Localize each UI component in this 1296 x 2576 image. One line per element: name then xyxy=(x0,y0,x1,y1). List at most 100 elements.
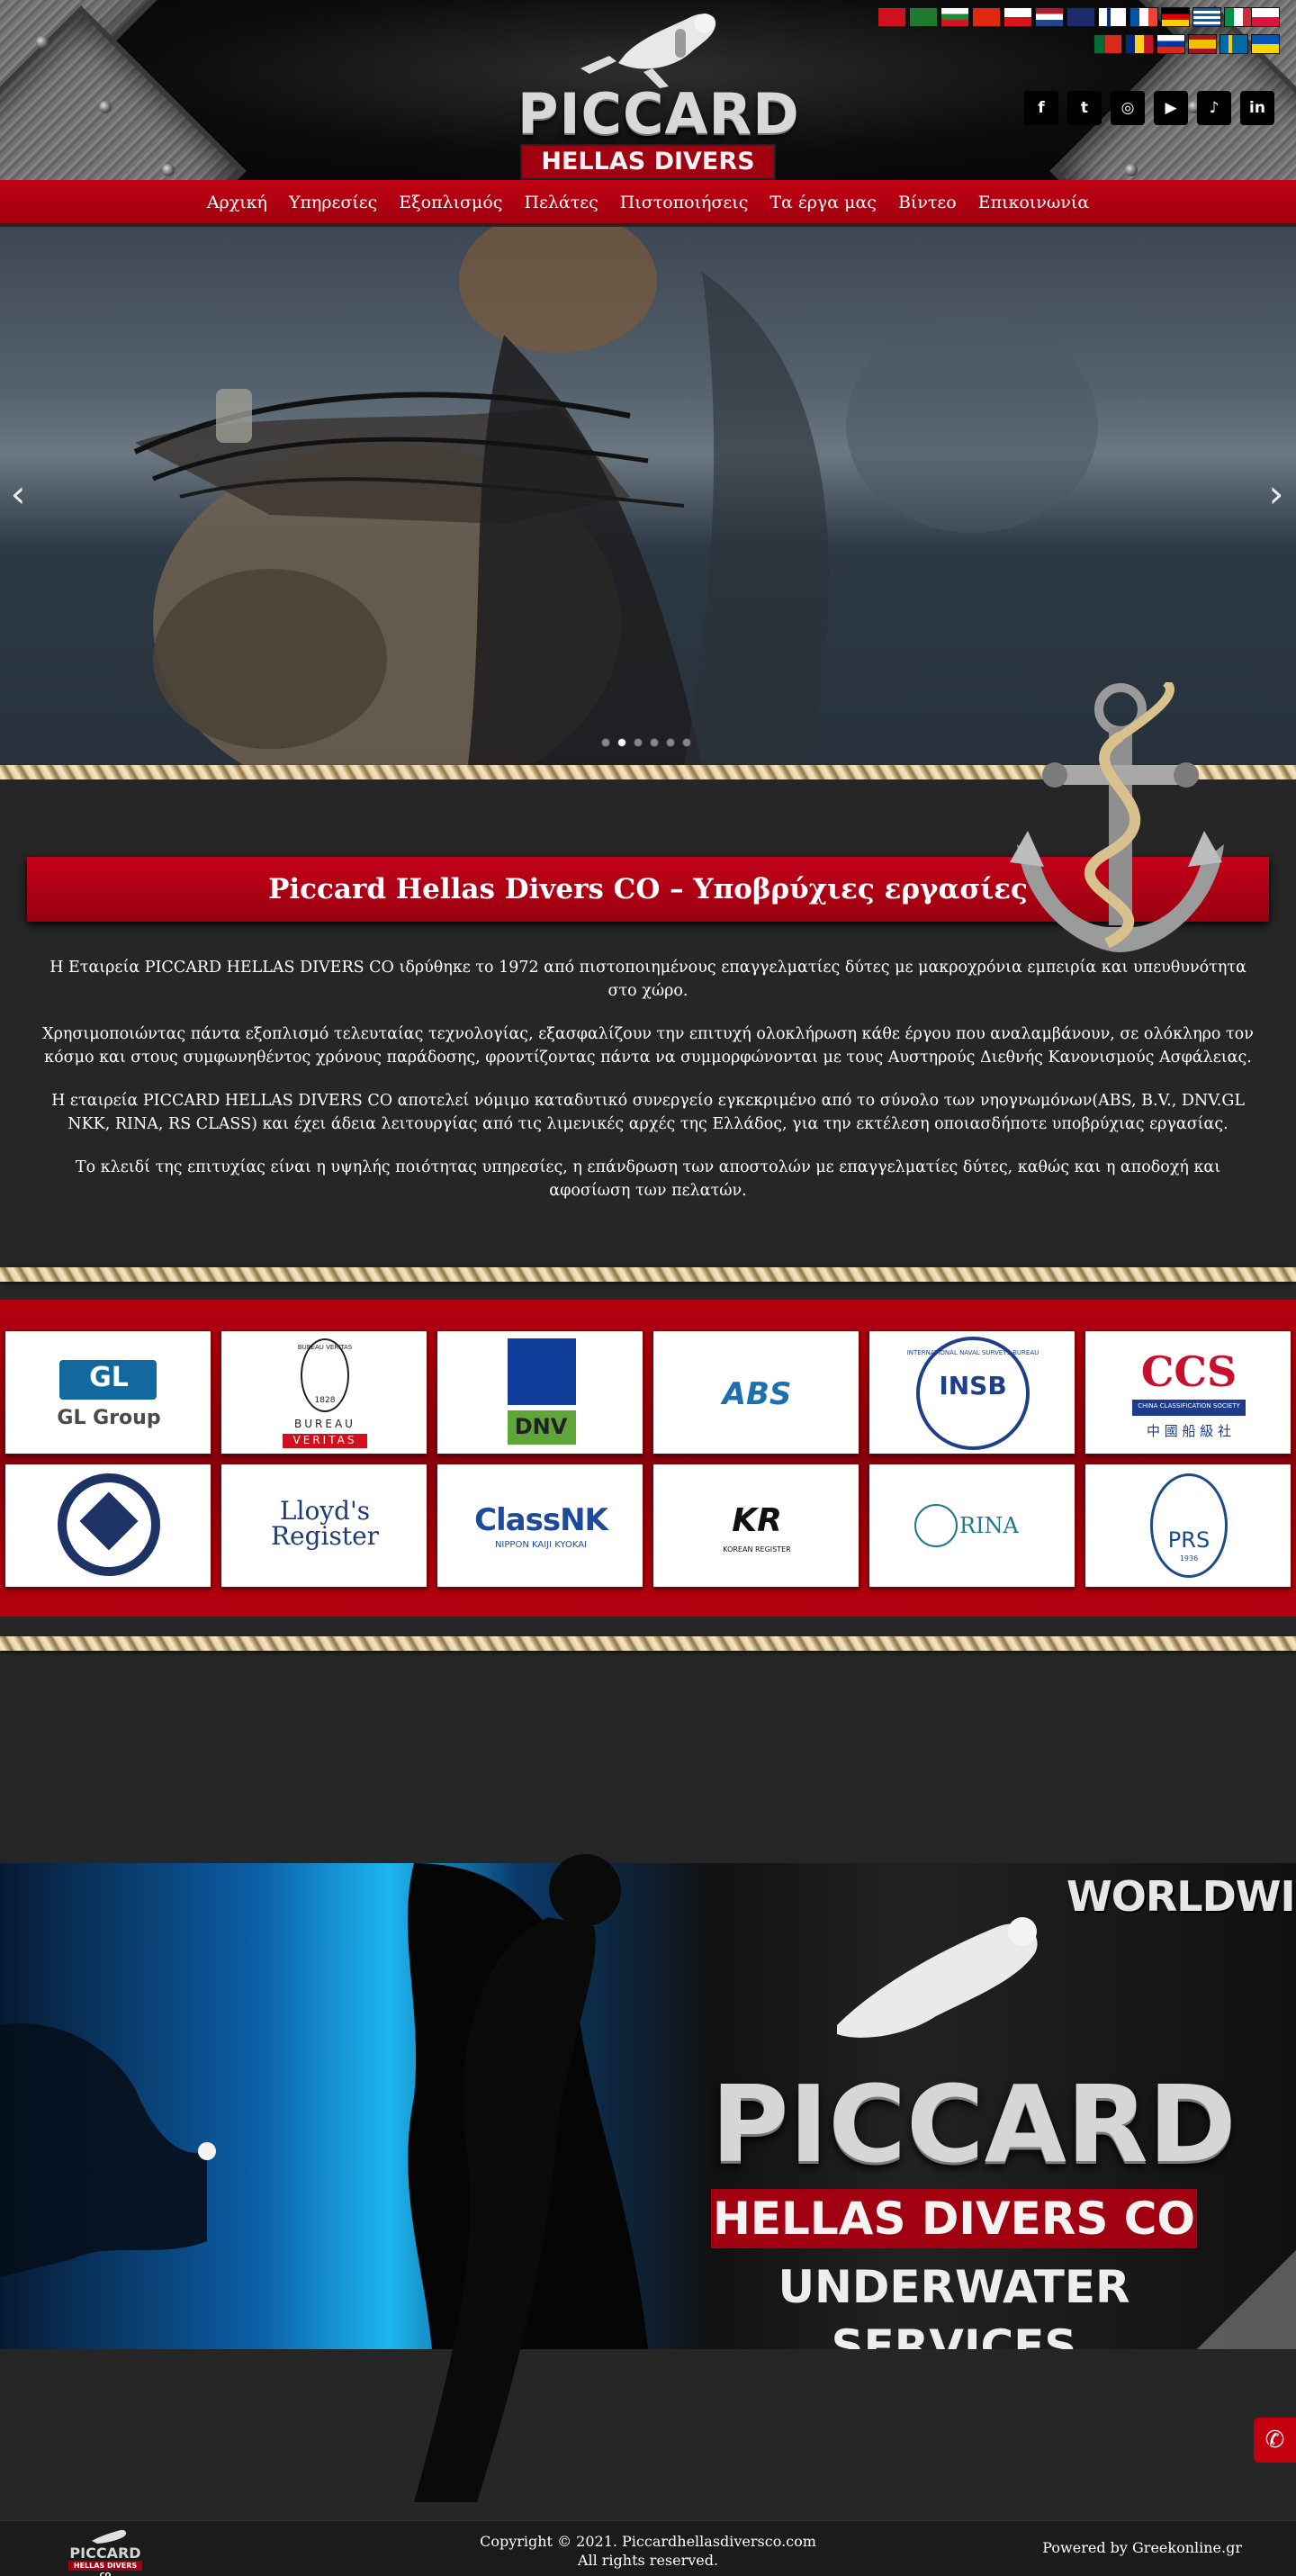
cert-abs[interactable]: ABS xyxy=(652,1330,860,1455)
flag-poland-icon[interactable] xyxy=(1251,7,1280,27)
language-flags xyxy=(878,5,1282,59)
rivet xyxy=(162,164,175,176)
cert-lloyds-register[interactable]: Lloyd's Register xyxy=(220,1464,428,1588)
prs-name: PRS xyxy=(1167,1527,1210,1553)
nav-item-clients[interactable]: Πελάτες xyxy=(524,193,598,212)
rights-text: All rights reserved. xyxy=(577,2552,719,2569)
rivet xyxy=(36,36,49,49)
rope-divider xyxy=(0,1267,1296,1282)
cert-classnk[interactable]: ClassNK NIPPON KAIJI KYOKAI xyxy=(436,1464,644,1588)
worldwide-title: WORLDWIDE xyxy=(1066,1872,1296,1921)
cert-ccs[interactable]: CCS CHINA CLASSIFICATION SOCIETY 中 國 船 級… xyxy=(1084,1330,1292,1455)
hellenic-year: 1919 xyxy=(99,1558,119,1566)
cert-prs[interactable]: PRS 1936 xyxy=(1084,1464,1292,1588)
page: PICCARD HELLAS DIVERS CO f xyxy=(0,0,1296,2576)
slider-prev-button[interactable]: ‹ xyxy=(4,472,32,517)
slider-dot[interactable] xyxy=(601,738,610,747)
tiktok-icon[interactable]: ♪ xyxy=(1197,91,1231,125)
instagram-icon[interactable]: ◎ xyxy=(1111,91,1145,125)
main-nav: Αρχική Υπηρεσίες Εξοπλισμός Πελάτες Πιστ… xyxy=(0,180,1296,225)
rivet xyxy=(1125,164,1138,176)
flag-ukraine-icon[interactable] xyxy=(1251,34,1280,54)
youtube-icon[interactable]: ▶ xyxy=(1154,91,1188,125)
cert-dnv[interactable]: DNV xyxy=(436,1330,644,1455)
flag-finland-icon[interactable] xyxy=(1098,7,1127,27)
worldwide-banner: WORLDWIDE PICCARD HELLAS DIVERS CO UNDER… xyxy=(0,1863,1296,2349)
logo-wordmark: PICCARD xyxy=(518,81,800,147)
intro-paragraph: Η εταιρεία PICCARD HELLAS DIVERS CO αποτ… xyxy=(51,1092,1245,1133)
flag-france-icon[interactable] xyxy=(1130,7,1158,27)
cert-hellenic-register[interactable]: 1919 xyxy=(4,1464,212,1588)
flag-sweden-icon[interactable] xyxy=(1220,34,1248,54)
diver-silhouette-icon xyxy=(414,1854,621,2502)
twitter-icon[interactable]: t xyxy=(1067,91,1102,125)
slider-dot[interactable] xyxy=(650,738,659,747)
slider-dot[interactable] xyxy=(634,738,643,747)
worldwide-subtitle: HELLAS DIVERS CO xyxy=(711,2189,1197,2248)
intro-text: Η Εταιρεία PICCARD HELLAS DIVERS CO ιδρύ… xyxy=(36,956,1260,1222)
slider-dot[interactable] xyxy=(682,738,691,747)
linkedin-icon[interactable]: in xyxy=(1240,91,1274,125)
flag-albania-icon[interactable] xyxy=(878,7,906,27)
nav-item-services[interactable]: Υπηρεσίες xyxy=(289,193,377,212)
cert-korean-register[interactable]: KR KOREAN REGISTER xyxy=(652,1464,860,1588)
bv-name-top: BUREAU xyxy=(294,1418,356,1430)
diver-logo-icon xyxy=(580,14,716,88)
site-footer: PICCARD HELLAS DIVERS CO Copyright © 202… xyxy=(0,2520,1296,2576)
abs-name: ABS xyxy=(722,1376,792,1412)
kr-mark: KR xyxy=(732,1502,782,1539)
nav-item-certifications[interactable]: Πιστοποιήσεις xyxy=(620,193,749,212)
prs-year: 1936 xyxy=(1179,1554,1199,1563)
lloyds-line1: Lloyd's xyxy=(279,1496,371,1526)
slider-dot-active[interactable] xyxy=(617,738,626,747)
worldwide-piccard: PICCARD xyxy=(711,2062,1237,2186)
nav-item-projects[interactable]: Τα έργα μας xyxy=(770,193,877,212)
slider-next-button[interactable]: › xyxy=(1263,472,1290,517)
slider-dot[interactable] xyxy=(666,738,675,747)
bv-name-bottom: VERITAS xyxy=(292,1434,357,1446)
facebook-icon[interactable]: f xyxy=(1024,91,1058,125)
ccs-chinese: 中 國 船 級 社 xyxy=(1146,1423,1232,1439)
copyright-text: Copyright © 2021. Piccardhellasdiversco.… xyxy=(480,2533,816,2550)
cert-insb[interactable]: INTERNATIONAL NAVAL SURVEYS BUREAU INSB xyxy=(868,1330,1076,1455)
bv-year: 1828 xyxy=(314,1396,336,1405)
nav-item-contact[interactable]: Επικοινωνία xyxy=(978,193,1089,212)
footer-powered-by[interactable]: Powered by Greekonline.gr xyxy=(1008,2539,1242,2556)
footer-copyright: Copyright © 2021. Piccardhellasdiversco.… xyxy=(378,2532,918,2570)
intro-paragraph: Η Εταιρεία PICCARD HELLAS DIVERS CO ιδρύ… xyxy=(50,959,1246,1000)
gl-name: GL Group xyxy=(57,1407,161,1429)
nav-item-equipment[interactable]: Εξοπλισμός xyxy=(399,193,502,212)
flag-russia-icon[interactable] xyxy=(1156,34,1185,54)
footer-logo-sub: HELLAS DIVERS CO xyxy=(68,2561,142,2576)
worldwide-section: WORLDWIDE PICCARD HELLAS DIVERS CO UNDER… xyxy=(0,1656,1296,2520)
dnv-name: DNV xyxy=(514,1414,568,1439)
flag-netherlands-icon[interactable] xyxy=(1035,7,1064,27)
gl-mark: GL xyxy=(89,1362,129,1393)
cert-gl-group[interactable]: GL GL Group xyxy=(4,1330,212,1455)
flag-china-icon[interactable] xyxy=(972,7,1001,27)
nav-item-home[interactable]: Αρχική xyxy=(207,193,267,212)
cert-bureau-veritas[interactable]: BUREAU VERITAS 1828 BUREAU VERITAS xyxy=(220,1330,428,1455)
site-header: PICCARD HELLAS DIVERS CO f xyxy=(0,0,1296,180)
bv-ring: BUREAU VERITAS xyxy=(297,1344,353,1351)
rina-name: RINA xyxy=(959,1513,1019,1538)
anchor-icon xyxy=(1010,682,1224,952)
flag-spain-icon[interactable] xyxy=(1188,34,1217,54)
site-logo[interactable]: PICCARD HELLAS DIVERS CO xyxy=(518,9,800,180)
worldwide-services: UNDERWATER SERVICES xyxy=(778,2261,1130,2349)
flag-arabic-icon[interactable] xyxy=(909,7,938,27)
flag-romania-icon[interactable] xyxy=(1125,34,1154,54)
flag-portugal-icon[interactable] xyxy=(1094,34,1122,54)
chat-button[interactable]: ✆ xyxy=(1254,2418,1296,2463)
ccs-mark: CCS xyxy=(1140,1347,1238,1396)
cert-rina[interactable]: RINA xyxy=(868,1464,1076,1588)
flag-germany-icon[interactable] xyxy=(1161,7,1190,27)
nav-item-video[interactable]: Βίντεο xyxy=(898,193,957,212)
flag-czech-icon[interactable] xyxy=(1004,7,1032,27)
flag-bulgaria-icon[interactable] xyxy=(940,7,969,27)
flag-italy-icon[interactable] xyxy=(1224,7,1253,27)
flag-greece-icon[interactable] xyxy=(1192,7,1221,27)
footer-logo[interactable]: PICCARD HELLAS DIVERS CO xyxy=(65,2528,146,2576)
rivet xyxy=(99,101,112,113)
flag-uk-icon[interactable] xyxy=(1066,7,1095,27)
